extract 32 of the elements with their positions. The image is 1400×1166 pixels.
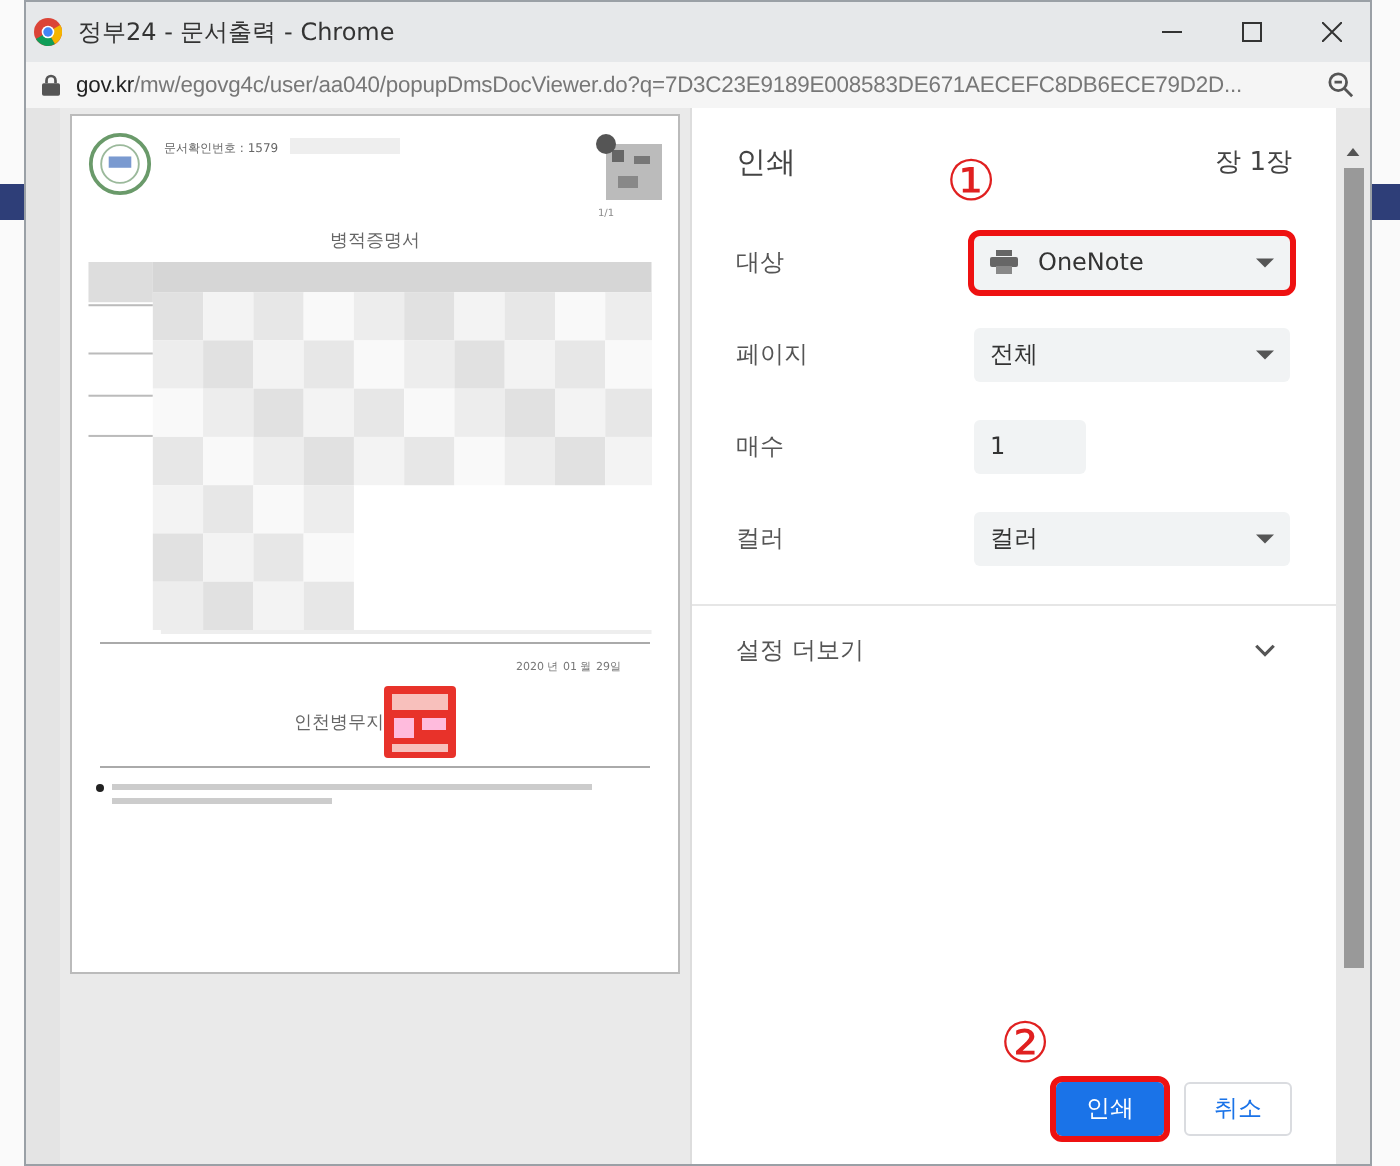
document-title: 병적증명서 (328, 230, 422, 254)
printer-icon (990, 250, 1018, 274)
more-settings-label[interactable]: 설정 더보기 (736, 633, 864, 667)
cancel-button[interactable]: 취소 (1184, 1082, 1292, 1136)
issuer-name: 인천병무지 (294, 711, 384, 735)
print-title: 인쇄 (736, 143, 796, 181)
setting-label: 대상 (736, 245, 786, 279)
qr-code-icon (594, 132, 662, 200)
official-stamp-icon (384, 686, 456, 758)
caret-icon (1256, 349, 1274, 359)
sheet-count: 장 1장 (1215, 146, 1292, 180)
chevron-down-icon[interactable] (1254, 643, 1276, 657)
print-button[interactable]: 인쇄 (1056, 1082, 1164, 1136)
seal-icon (88, 132, 152, 196)
close-icon[interactable] (1322, 22, 1342, 42)
scroll-up-icon[interactable] (1346, 148, 1360, 156)
caret-icon (1256, 533, 1274, 543)
setting-label: 컬러 (736, 521, 786, 555)
window-title: 정부24 - 문서출력 - Chrome (78, 15, 395, 49)
dropdown[interactable]: 전체 (974, 327, 1290, 381)
setting-label: 페이지 (736, 337, 810, 371)
setting-label: 매수 (736, 429, 786, 463)
zoom-icon[interactable] (1328, 72, 1354, 98)
step-marker: ② (1000, 1010, 1050, 1076)
dropdown[interactable]: OneNote (974, 235, 1290, 289)
lock-icon (42, 74, 60, 96)
maximize-icon[interactable] (1242, 22, 1262, 42)
step-marker: ① (946, 147, 996, 213)
browser-logo-icon (34, 18, 62, 46)
dropdown[interactable]: 컬러 (974, 511, 1290, 565)
caret-icon (1256, 257, 1274, 267)
copies-field[interactable]: 1 (974, 419, 1086, 473)
